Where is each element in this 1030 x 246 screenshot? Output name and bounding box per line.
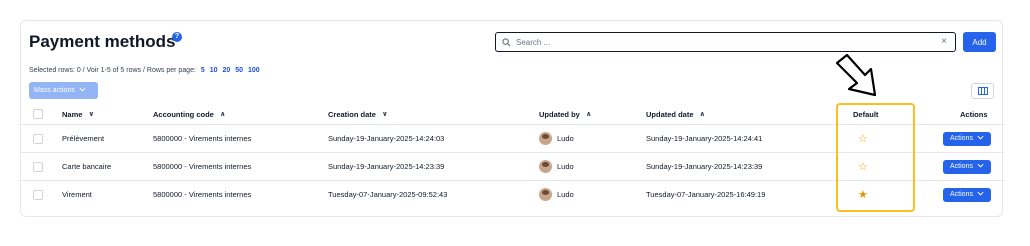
per-page-10[interactable]: 10	[210, 67, 218, 74]
row-actions: Actions	[943, 125, 991, 152]
table-row[interactable]: Carte bancaire 5800000 - Virements inter…	[21, 152, 1004, 180]
search-icon	[502, 37, 511, 47]
search-input[interactable]: Search ... ×	[495, 32, 956, 52]
sort-up-icon: ∧	[699, 111, 706, 118]
actions-button[interactable]: Actions	[943, 131, 991, 146]
help-icon[interactable]: ?	[172, 32, 182, 42]
column-header-name[interactable]: Name ∨	[62, 105, 94, 123]
select-all-checkbox[interactable]	[33, 105, 43, 123]
mass-actions-button[interactable]: Mass actions	[29, 82, 98, 99]
table-row[interactable]: Virement 5800000 - Virements internes Tu…	[21, 180, 1004, 208]
column-header-accounting-code[interactable]: Accounting code ∧	[153, 105, 226, 123]
columns-icon	[977, 82, 988, 100]
cell-name: Carte bancaire	[62, 162, 112, 171]
actions-button[interactable]: Actions	[943, 159, 991, 174]
sort-down-icon: ∨	[381, 111, 388, 118]
default-star-outline-icon[interactable]: ☆	[858, 125, 868, 152]
mass-actions-label: Mass actions	[34, 87, 75, 94]
payment-methods-card: Payment methods ? Search ... × Add Selec…	[20, 20, 1004, 217]
row-actions: Actions	[943, 181, 991, 208]
sort-up-icon: ∧	[585, 111, 592, 118]
chevron-down-icon	[79, 87, 86, 94]
column-header-creation-date[interactable]: Creation date ∨	[328, 105, 388, 123]
annotation-arrow-icon	[835, 53, 877, 97]
per-page-100[interactable]: 100	[248, 67, 260, 74]
table-header: Name ∨ Accounting code ∧ Creation date ∨ Up…	[21, 105, 1004, 123]
sort-up-icon: ∧	[219, 111, 226, 118]
cell-accounting-code: 5800000 - Virements internes	[153, 190, 252, 199]
columns-toggle-button[interactable]	[971, 83, 994, 99]
column-header-updated-by[interactable]: Updated by ∧	[539, 105, 592, 123]
chevron-down-icon	[977, 191, 984, 198]
selection-info: Selected rows: 0 / Voir 1-5 of 5 rows / …	[29, 67, 196, 74]
avatar	[539, 132, 552, 145]
cell-updated-date: Tuesday-07-January-2025-16:49:19	[646, 190, 766, 199]
cell-accounting-code: 5800000 - Virements internes	[153, 162, 252, 171]
cell-updated-by: Ludo	[539, 153, 574, 180]
row-checkbox[interactable]	[33, 125, 43, 152]
cell-creation-date: Sunday-19-January-2025-14:23:39	[328, 162, 445, 171]
default-star-filled-icon[interactable]: ★	[858, 181, 868, 208]
column-header-updated-date[interactable]: Updated date ∧	[646, 105, 705, 123]
chevron-down-icon	[977, 135, 984, 142]
chevron-down-icon	[977, 163, 984, 170]
per-page-5[interactable]: 5	[201, 67, 205, 74]
add-button[interactable]: Add	[963, 32, 996, 52]
actions-button[interactable]: Actions	[943, 187, 991, 202]
per-page-20[interactable]: 20	[222, 67, 230, 74]
table-meta: Selected rows: 0 / Voir 1-5 of 5 rows / …	[29, 67, 260, 74]
cell-creation-date: Sunday-19-January-2025-14:24:03	[328, 134, 445, 143]
default-star-outline-icon[interactable]: ☆	[858, 153, 868, 180]
row-actions: Actions	[943, 153, 991, 180]
sort-down-icon: ∨	[88, 111, 95, 118]
page-title: Payment methods	[29, 32, 176, 51]
search-placeholder: Search ...	[516, 37, 551, 47]
table-row[interactable]: Prélèvement 5800000 - Virements internes…	[21, 124, 1004, 152]
cell-accounting-code: 5800000 - Virements internes	[153, 134, 252, 143]
avatar	[539, 160, 552, 173]
avatar	[539, 188, 552, 201]
cell-updated-date: Sunday-19-January-2025-14:23:39	[646, 162, 763, 171]
column-header-default[interactable]: Default	[853, 105, 878, 123]
cell-name: Virement	[62, 190, 92, 199]
clear-icon[interactable]: ×	[941, 36, 947, 47]
cell-updated-by: Ludo	[539, 125, 574, 152]
per-page-50[interactable]: 50	[235, 67, 243, 74]
cell-creation-date: Tuesday-07-January-2025-09:52:43	[328, 190, 448, 199]
row-checkbox[interactable]	[33, 181, 43, 208]
row-checkbox[interactable]	[33, 153, 43, 180]
column-header-actions: Actions	[960, 109, 988, 119]
cell-name: Prélèvement	[62, 134, 105, 143]
cell-updated-by: Ludo	[539, 181, 574, 208]
cell-updated-date: Sunday-19-January-2025-14:24:41	[646, 134, 763, 143]
